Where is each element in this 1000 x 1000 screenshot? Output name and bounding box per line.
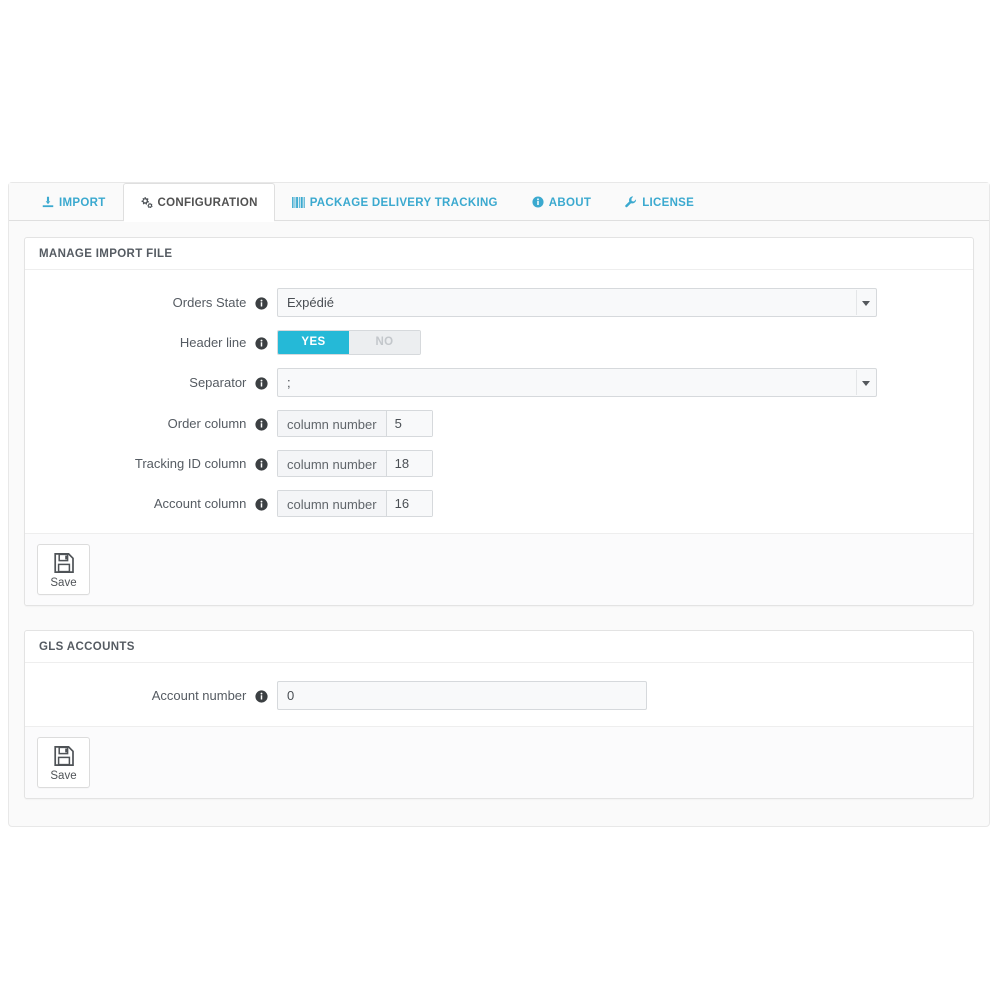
tab-label-about: ABOUT	[548, 197, 592, 209]
label-text-account-column: Account column	[153, 496, 247, 512]
info-icon[interactable]	[255, 376, 268, 390]
header-line-yes-option[interactable]: YES	[278, 331, 349, 354]
tab-label-import: IMPORT	[59, 197, 106, 209]
select-divider	[856, 370, 857, 395]
field-tracking-id-column: column number	[277, 450, 973, 477]
field-orders-state: Expédié	[277, 288, 973, 317]
panel-manage-import-file: MANAGE IMPORT FILE Orders State Expédié …	[24, 237, 974, 606]
wrench-icon	[625, 196, 637, 208]
chevron-down-icon	[862, 380, 870, 386]
label-orders-state: Orders State	[25, 294, 277, 311]
info-icon[interactable]	[255, 457, 268, 471]
panel-body-manage-import-file: Orders State Expédié Header line YES NO …	[25, 270, 973, 533]
form-row-separator: Separator ;	[25, 368, 973, 397]
tracking-id-column-addon: column number	[277, 450, 386, 477]
tracking-id-column-input[interactable]	[385, 450, 433, 477]
tab-license[interactable]: LICENSE	[608, 183, 711, 221]
chevron-down-icon	[862, 300, 870, 306]
panel-gls-accounts: GLS ACCOUNTS Account number 0 Save	[24, 630, 974, 799]
panel-footer-manage-import-file: Save	[25, 533, 973, 605]
tracking-id-column-input-group: column number	[277, 450, 433, 477]
order-column-input[interactable]	[385, 410, 433, 437]
info-icon[interactable]	[255, 417, 268, 431]
separator-value: ;	[287, 375, 291, 390]
tab-configuration[interactable]: CONFIGURATION	[122, 183, 275, 222]
gears-icon	[140, 196, 153, 208]
tab-label-license: LICENSE	[642, 197, 695, 209]
tab-content-configuration: MANAGE IMPORT FILE Orders State Expédié …	[9, 221, 989, 799]
label-order-column: Order column	[25, 415, 277, 432]
panel-footer-gls-accounts: Save	[25, 726, 973, 798]
account-column-input[interactable]	[385, 490, 433, 517]
tab-label-package-delivery-tracking: PACKAGE DELIVERY TRACKING	[309, 197, 498, 209]
order-column-addon: column number	[277, 410, 386, 437]
field-order-column: column number	[277, 410, 973, 437]
tab-import[interactable]: IMPORT	[25, 183, 123, 221]
label-text-account-number: Account number	[151, 688, 247, 704]
panel-heading-gls-accounts: GLS ACCOUNTS	[25, 631, 973, 663]
separator-select[interactable]: ;	[277, 368, 877, 397]
account-column-addon: column number	[277, 490, 386, 517]
select-divider	[856, 290, 857, 315]
orders-state-select[interactable]: Expédié	[277, 288, 877, 317]
form-row-tracking-id-column: Tracking ID column column number 18	[25, 450, 973, 477]
field-account-number	[277, 681, 973, 710]
barcode-icon	[291, 197, 305, 208]
floppy-disk-icon	[52, 551, 76, 575]
panel-heading-manage-import-file: MANAGE IMPORT FILE	[25, 238, 973, 270]
label-text-order-column: Order column	[167, 416, 247, 432]
label-text-header-line: Header line	[179, 335, 247, 351]
tab-label-configuration: CONFIGURATION	[157, 197, 258, 209]
field-account-column: column number	[277, 490, 973, 517]
tab-about[interactable]: ABOUT	[515, 183, 608, 221]
field-header-line: YES NO	[277, 330, 973, 355]
orders-state-value: Expédié	[287, 295, 334, 310]
info-icon[interactable]	[255, 336, 268, 350]
header-line-toggle[interactable]: YES NO	[277, 330, 421, 355]
form-row-account-column: Account column column number 16	[25, 490, 973, 517]
download-icon	[42, 196, 54, 208]
label-text-separator: Separator	[189, 375, 247, 391]
field-separator: ;	[277, 368, 973, 397]
form-row-header-line: Header line YES NO	[25, 330, 973, 355]
info-icon[interactable]	[255, 689, 268, 703]
panel-body-gls-accounts: Account number	[25, 663, 973, 726]
info-circle-icon	[532, 196, 544, 208]
save-button-label: Save	[50, 770, 77, 782]
save-button-label: Save	[50, 577, 77, 589]
form-row-orders-state: Orders State Expédié	[25, 288, 973, 317]
app-screenshot: IMPORT CONFIGURATION PACKAGE DELIVERY TR…	[0, 0, 1000, 1000]
save-button-import-file[interactable]: Save	[37, 544, 90, 595]
label-tracking-id-column: Tracking ID column	[25, 455, 277, 472]
floppy-disk-icon	[52, 744, 76, 768]
label-text-tracking-id-column: Tracking ID column	[134, 456, 247, 472]
order-column-input-group: column number	[277, 410, 433, 437]
label-header-line: Header line	[25, 334, 277, 351]
account-number-input[interactable]	[277, 681, 647, 710]
info-icon[interactable]	[255, 497, 268, 511]
info-icon[interactable]	[255, 296, 268, 310]
header-line-no-option[interactable]: NO	[349, 331, 420, 354]
label-text-orders-state: Orders State	[172, 295, 247, 311]
label-separator: Separator	[25, 374, 277, 391]
label-account-number: Account number	[25, 687, 277, 704]
account-column-input-group: column number	[277, 490, 433, 517]
form-row-account-number: Account number	[25, 681, 973, 710]
tab-bar: IMPORT CONFIGURATION PACKAGE DELIVERY TR…	[9, 183, 989, 222]
label-account-column: Account column	[25, 495, 277, 512]
form-row-order-column: Order column column number 5	[25, 410, 973, 437]
tab-package-delivery-tracking[interactable]: PACKAGE DELIVERY TRACKING	[275, 183, 515, 221]
save-button-gls-accounts[interactable]: Save	[37, 737, 90, 788]
module-frame: IMPORT CONFIGURATION PACKAGE DELIVERY TR…	[8, 182, 990, 827]
